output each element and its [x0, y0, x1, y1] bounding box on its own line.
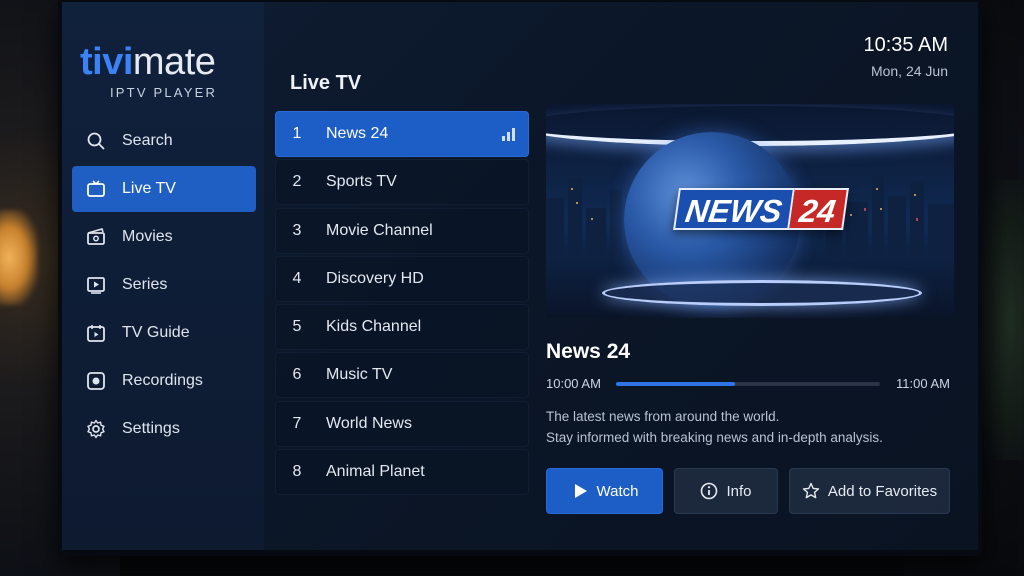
sidebar-nav: Search Live TV Movies Series TV Guide Re… [72, 118, 256, 454]
record-icon [86, 371, 106, 391]
channel-row[interactable]: 6 Music TV [275, 352, 529, 399]
tv-icon [86, 179, 106, 199]
news24-logo: NEWS 24 [673, 188, 849, 230]
sidebar: tivimate IPTV PLAYER Search Live TV Movi… [62, 2, 264, 550]
logo-part-1: tivi [80, 41, 133, 83]
channel-name: Movie Channel [326, 221, 433, 239]
program-description: The latest news from around the world. S… [546, 406, 946, 448]
series-icon [86, 275, 106, 295]
background-lamp [0, 210, 38, 305]
sidebar-item-label: Search [122, 132, 173, 149]
program-progress-fill [616, 382, 735, 386]
gear-icon [86, 419, 106, 439]
channel-list-title: Live TV [290, 72, 362, 94]
program-progress-bar [616, 382, 880, 386]
channel-name: Animal Planet [326, 463, 425, 481]
channel-number: 6 [292, 366, 302, 384]
channel-row[interactable]: 4 Discovery HD [275, 255, 529, 302]
channel-number: 3 [292, 221, 302, 239]
logo-part-2: mate [132, 41, 216, 83]
calendar-icon [86, 323, 106, 343]
sidebar-item-recordings[interactable]: Recordings [72, 358, 256, 404]
logo-wordmark: tivimate [80, 42, 250, 82]
clock-date: Mon, 24 Jun [870, 63, 948, 79]
clock: 10:35 AM Mon, 24 Jun [863, 34, 948, 79]
program-end-time: 11:00 AM [896, 376, 950, 391]
sidebar-item-label: Movies [122, 228, 173, 245]
channel-name: Discovery HD [326, 269, 424, 287]
channel-number: 8 [292, 463, 302, 481]
channel-number: 5 [292, 318, 302, 336]
sidebar-item-label: TV Guide [122, 324, 190, 341]
logo-subtitle: IPTV PLAYER [110, 85, 218, 100]
sidebar-item-series[interactable]: Series [72, 262, 256, 308]
favorites-button-label: Add to Favorites [827, 482, 938, 500]
news-logo-word: NEWS [673, 188, 795, 230]
clock-time: 10:35 AM [863, 34, 948, 56]
signal-bars-icon [502, 128, 516, 141]
channel-name: News 24 [326, 125, 389, 142]
channel-row[interactable]: 1 News 24 [275, 111, 529, 157]
sidebar-item-label: Series [122, 276, 168, 293]
sidebar-item-label: Live TV [122, 180, 176, 197]
channel-number: 7 [292, 414, 302, 432]
film-icon [86, 227, 106, 247]
channel-preview[interactable]: NEWS 24 [546, 104, 954, 318]
channel-number: 4 [292, 269, 302, 287]
sidebar-item-movies[interactable]: Movies [72, 214, 256, 260]
channel-row[interactable]: 3 Movie Channel [275, 207, 529, 254]
description-line: Stay informed with breaking news and in-… [546, 430, 883, 445]
sidebar-item-search[interactable]: Search [72, 118, 256, 164]
watch-button-label: Watch [596, 482, 639, 500]
sidebar-item-live-tv[interactable]: Live TV [72, 166, 256, 212]
background-plant [980, 180, 1024, 460]
info-button-label: Info [726, 482, 752, 500]
channel-row[interactable]: 7 World News [275, 400, 529, 447]
tv-frame: tivimate IPTV PLAYER Search Live TV Movi… [58, 0, 982, 556]
info-icon [701, 482, 718, 500]
channel-name: Music TV [326, 366, 393, 384]
add-to-favorites-button[interactable]: Add to Favorites [789, 468, 950, 514]
sidebar-item-label: Settings [122, 420, 180, 437]
play-icon [574, 484, 587, 498]
channel-row[interactable]: 5 Kids Channel [275, 304, 529, 351]
channel-row[interactable]: 2 Sports TV [275, 159, 529, 206]
sidebar-item-settings[interactable]: Settings [72, 406, 256, 452]
channel-row[interactable]: 8 Animal Planet [275, 449, 529, 496]
info-button[interactable]: Info [674, 468, 778, 514]
channel-name: Sports TV [326, 173, 397, 191]
sidebar-item-label: Recordings [122, 372, 203, 389]
channel-name: Kids Channel [326, 318, 422, 336]
sidebar-item-tv-guide[interactable]: TV Guide [72, 310, 256, 356]
watch-button[interactable]: Watch [546, 468, 663, 514]
news-logo-number: 24 [789, 188, 849, 230]
search-icon [86, 131, 106, 151]
studio-platform [602, 280, 922, 306]
channel-list: 1 News 24 2 Sports TV 3 Movie Channel 4 … [275, 111, 529, 497]
program-timeline: 10:00 AM 11:00 AM [546, 376, 950, 392]
program-title: News 24 [546, 340, 631, 363]
description-line: The latest news from around the world. [546, 409, 780, 424]
channel-name: World News [326, 414, 412, 432]
channel-number: 2 [292, 173, 302, 191]
channel-number: 1 [292, 125, 302, 142]
app-logo: tivimate IPTV PLAYER [80, 42, 250, 100]
program-start-time: 10:00 AM [546, 376, 601, 391]
tv-screen: tivimate IPTV PLAYER Search Live TV Movi… [62, 2, 978, 550]
star-icon [802, 482, 820, 499]
